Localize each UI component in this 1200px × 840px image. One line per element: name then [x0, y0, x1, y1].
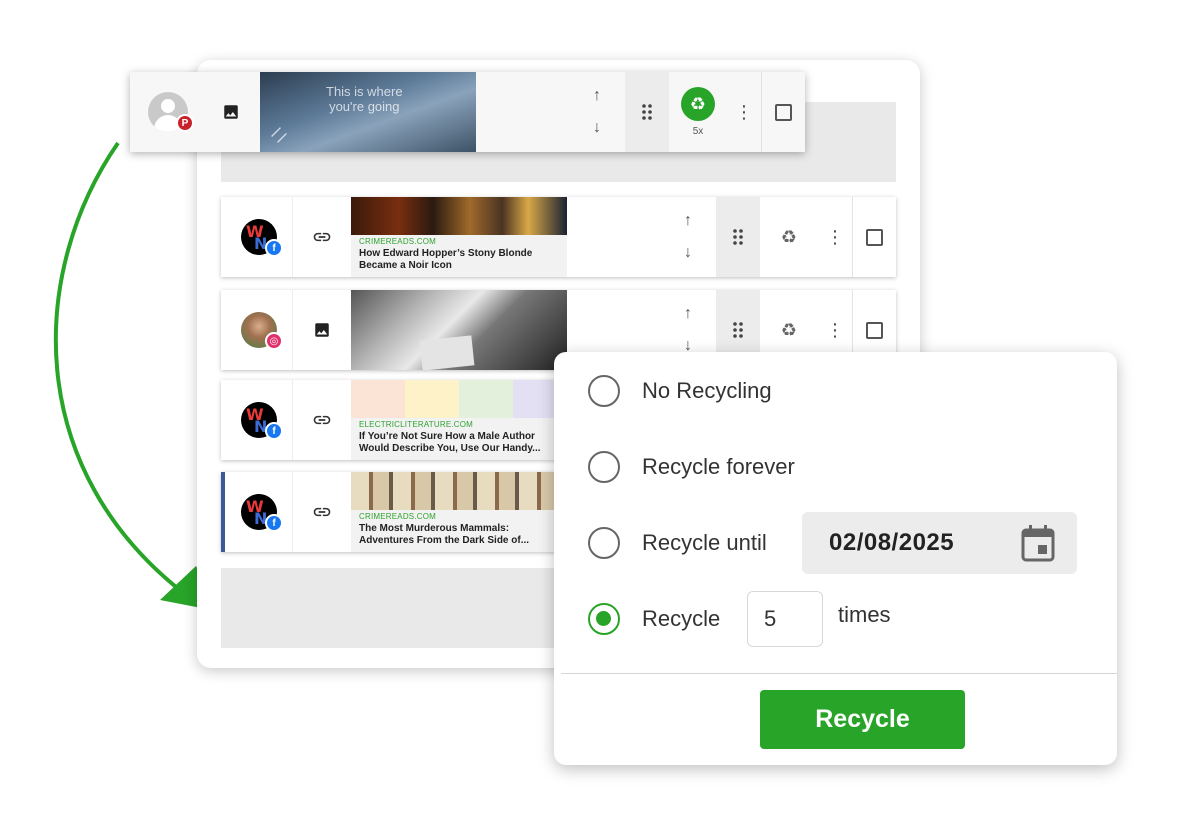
link-preview[interactable]: CRIMEREADS.COM How Edward Hopper’s Stony…: [351, 197, 567, 277]
option-no-recycling[interactable]: No Recycling: [588, 374, 772, 408]
link-icon: [293, 472, 351, 552]
option-label: Recycle: [642, 606, 721, 631]
checkbox-icon[interactable]: [852, 197, 896, 277]
preview-domain: CRIMEREADS.COM: [359, 237, 437, 246]
avatar-cell: P: [130, 72, 202, 152]
times-input[interactable]: 5: [747, 591, 823, 647]
image-caption: This is where you're going: [326, 84, 403, 114]
image-preview[interactable]: This is where you're going: [260, 72, 476, 152]
option-recycle-until[interactable]: Recycle until: [588, 526, 767, 560]
times-label: times: [838, 602, 891, 627]
option-recycle-forever[interactable]: Recycle forever: [588, 450, 795, 484]
image-preview[interactable]: [351, 290, 567, 370]
recycle-active-button[interactable]: ♻ 5x: [669, 72, 727, 152]
image-icon: [202, 72, 260, 152]
date-field[interactable]: 02/08/2025: [802, 512, 1077, 574]
queue-row-1[interactable]: WN f CRIMEREADS.COM How Edward Hopper’s …: [221, 197, 896, 277]
facebook-icon: f: [265, 514, 283, 532]
divider: [561, 673, 1117, 674]
preview-image: [351, 197, 567, 235]
arrow-down-icon[interactable]: ↓: [684, 244, 692, 262]
option-recycle-times[interactable]: Recycle: [588, 602, 720, 636]
date-value: 02/08/2025: [829, 529, 955, 556]
link-icon: [293, 197, 351, 277]
radio-recycle-until[interactable]: [588, 527, 620, 559]
recycle-icon[interactable]: ♻: [760, 197, 818, 277]
dragged-post-card[interactable]: P This is where you're going ↑ ↓ ♻ 5x ⋮: [130, 72, 805, 152]
link-preview[interactable]: ELECTRICLITERATURE.COM If You’re Not Sur…: [351, 380, 567, 460]
calendar-icon[interactable]: [1021, 524, 1055, 562]
instagram-icon: ◎: [265, 332, 283, 350]
link-icon: [293, 380, 351, 460]
link-preview[interactable]: CRIMEREADS.COM The Most Murderous Mammal…: [351, 472, 567, 552]
avatar-cell: WN f: [221, 197, 293, 277]
option-label: Recycle forever: [642, 454, 795, 479]
preview-title: How Edward Hopper’s Stony Blonde Became …: [359, 248, 533, 271]
arrow-up-icon[interactable]: ↑: [684, 212, 692, 230]
arrow-up-icon[interactable]: ↑: [684, 305, 692, 323]
avatar-cell: WN f: [221, 380, 293, 460]
recycle-icon: ♻: [681, 87, 715, 121]
avatar-cell: WN f: [221, 472, 293, 552]
radio-recycle-forever[interactable]: [588, 451, 620, 483]
arrow-up-icon[interactable]: ↑: [593, 87, 601, 105]
radio-recycle-times[interactable]: [588, 603, 620, 635]
arrow-down-icon[interactable]: ↓: [593, 119, 601, 137]
radio-no-recycling[interactable]: [588, 375, 620, 407]
recycle-button[interactable]: Recycle: [760, 690, 965, 749]
option-label: No Recycling: [642, 378, 772, 403]
drag-handle-icon[interactable]: [625, 72, 669, 152]
preview-domain: ELECTRICLITERATURE.COM: [359, 420, 474, 429]
recycle-count: 5x: [692, 126, 704, 137]
more-vert-icon[interactable]: ⋮: [818, 197, 852, 277]
preview-image: [351, 380, 567, 418]
facebook-icon: f: [265, 239, 283, 257]
preview-title: If You’re Not Sure How a Male Author Wou…: [359, 431, 541, 454]
preview-domain: CRIMEREADS.COM: [359, 512, 437, 521]
option-label: Recycle until: [642, 530, 767, 555]
preview-title: The Most Murderous Mammals: Adventures F…: [359, 523, 530, 546]
more-vert-icon[interactable]: ⋮: [727, 72, 761, 152]
avatar-cell: ◎: [221, 290, 293, 370]
recycle-options-popup: No Recycling Recycle forever Recycle unt…: [554, 352, 1117, 765]
checkbox-icon[interactable]: [761, 72, 805, 152]
pinterest-icon: P: [176, 114, 194, 132]
image-icon: [293, 290, 351, 370]
drag-handle-icon[interactable]: [716, 197, 760, 277]
preview-image: [351, 472, 567, 510]
facebook-icon: f: [265, 422, 283, 440]
